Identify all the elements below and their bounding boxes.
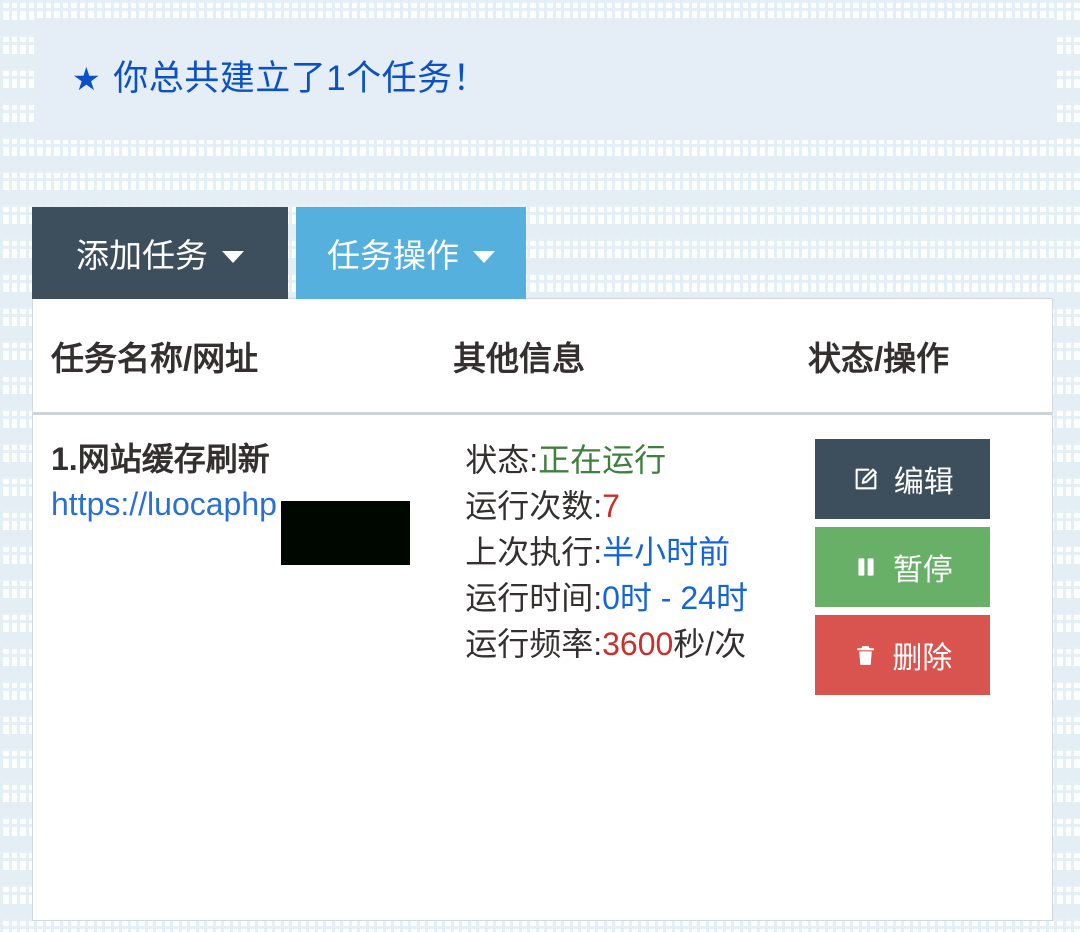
star-icon: ★ bbox=[72, 61, 102, 97]
delete-task-label: 删除 bbox=[892, 642, 953, 675]
info-status-value: 正在运行 bbox=[538, 442, 667, 478]
info-frequency: 运行频率:3600秒/次 bbox=[465, 621, 815, 667]
info-run-count-label: 运行次数: bbox=[465, 488, 603, 525]
column-header-name-url: 任务名称/网址 bbox=[51, 339, 259, 377]
edit-task-label: 编辑 bbox=[893, 466, 954, 499]
cell-task-name-url: 1.网站缓存刷新 https://luocaphp bbox=[33, 437, 465, 695]
column-header-other-info: 其他信息 bbox=[453, 339, 585, 377]
info-last-run: 上次执行:半小时前 bbox=[465, 529, 815, 575]
info-frequency-value: 3600 bbox=[602, 626, 674, 663]
add-task-label: 添加任务 bbox=[76, 237, 208, 274]
info-last-run-value: 半小时前 bbox=[602, 534, 731, 571]
info-run-count-value: 7 bbox=[602, 488, 620, 525]
info-last-run-label: 上次执行: bbox=[465, 534, 603, 571]
task-title: 1.网站缓存刷新 bbox=[51, 441, 270, 477]
info-frequency-unit: 秒/次 bbox=[673, 626, 747, 663]
chevron-down-icon bbox=[473, 251, 495, 263]
trash-icon bbox=[853, 643, 878, 668]
info-run-count: 运行次数:7 bbox=[465, 483, 815, 529]
cell-other-info: 状态:正在运行 运行次数:7 上次执行:半小时前 运行时间:0时 - 24时 运… bbox=[465, 437, 815, 695]
alert-text-wrapper: ★ 你总共建立了1个任务！ bbox=[34, 58, 488, 100]
alert-message: 你总共建立了1个任务！ bbox=[113, 59, 489, 98]
table-row: 1.网站缓存刷新 https://luocaphp 状态:正在运行 运行次数:7… bbox=[33, 415, 1052, 695]
delete-task-button[interactable]: 删除 bbox=[815, 615, 991, 695]
task-url-link[interactable]: https://luocaphp bbox=[51, 486, 277, 522]
pause-task-label: 暂停 bbox=[892, 554, 953, 587]
chevron-down-icon bbox=[222, 251, 244, 263]
add-task-button[interactable]: 添加任务 bbox=[32, 207, 288, 299]
url-redaction-box bbox=[281, 501, 410, 565]
edit-task-button[interactable]: 编辑 bbox=[815, 439, 991, 519]
cell-status-actions: 编辑 暂停 删除 bbox=[815, 437, 1052, 695]
info-run-window-label: 运行时间: bbox=[465, 580, 603, 617]
info-run-window: 运行时间:0时 - 24时 bbox=[465, 575, 815, 621]
pause-icon bbox=[853, 554, 879, 580]
info-status-label: 状态: bbox=[465, 442, 539, 478]
toolbar: 添加任务 任务操作 bbox=[32, 207, 526, 299]
column-header-status-actions: 状态/操作 bbox=[808, 339, 950, 377]
info-status: 状态:正在运行 bbox=[465, 437, 815, 483]
task-url-prefix: https://luoca bbox=[51, 486, 224, 523]
task-operations-button[interactable]: 任务操作 bbox=[296, 207, 526, 299]
info-run-window-value: 0时 - 24时 bbox=[602, 580, 748, 617]
task-count-alert: ★ 你总共建立了1个任务！ bbox=[34, 18, 1054, 140]
pencil-square-icon bbox=[852, 465, 880, 493]
info-frequency-label: 运行频率: bbox=[465, 626, 603, 663]
task-list-panel: 任务名称/网址 其他信息 状态/操作 1.网站缓存刷新 https://luoc… bbox=[32, 298, 1053, 921]
action-button-group: 编辑 暂停 删除 bbox=[815, 437, 1052, 695]
table-header-row: 任务名称/网址 其他信息 状态/操作 bbox=[33, 299, 1052, 415]
task-url-suffix: php bbox=[223, 486, 277, 523]
pause-task-button[interactable]: 暂停 bbox=[815, 527, 991, 607]
task-operations-label: 任务操作 bbox=[327, 237, 459, 274]
